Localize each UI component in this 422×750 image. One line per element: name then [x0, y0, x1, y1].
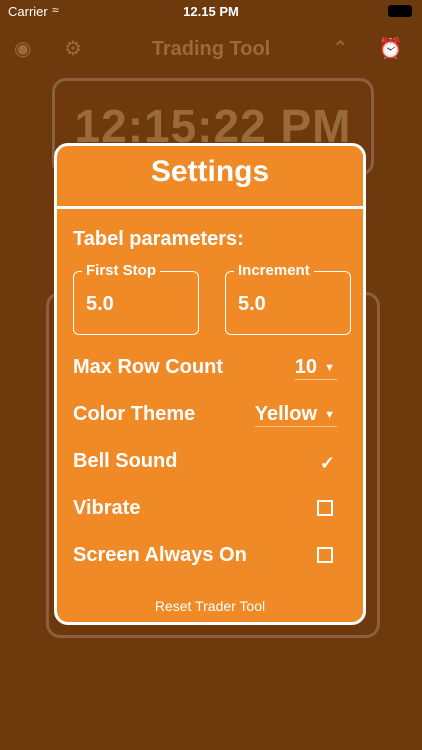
vibrate-label: Vibrate — [73, 497, 141, 519]
first-stop-value[interactable]: 5.0 — [86, 293, 114, 316]
first-stop-label: First Stop — [82, 262, 160, 279]
vibrate-row: Vibrate — [73, 494, 353, 524]
first-stop-field[interactable]: First Stop 5.0 — [73, 262, 199, 335]
dropdown-arrow-icon: ▼ — [324, 409, 335, 421]
reset-button[interactable]: Reset Trader Tool — [57, 598, 363, 614]
screen-always-on-row: Screen Always On — [73, 541, 353, 571]
top-bar: ◉ ⚙ Trading Tool ⌃ ⏰ — [0, 30, 422, 70]
max-row-count-label: Max Row Count — [73, 356, 223, 378]
battery-icon — [388, 5, 412, 17]
settings-dialog: Settings Tabel parameters: First Stop 5.… — [54, 143, 366, 625]
section-title: Tabel parameters: — [73, 228, 244, 250]
color-theme-row: Color Theme Yellow ▼ — [73, 400, 353, 430]
app-title: Trading Tool — [151, 38, 271, 60]
screen-always-on-checkbox[interactable] — [317, 547, 333, 563]
increment-value[interactable]: 5.0 — [238, 293, 266, 316]
bell-sound-checkbox[interactable]: ✓ — [320, 453, 335, 474]
alarm-clock-icon[interactable]: ⏰ — [378, 36, 403, 61]
max-row-count-dropdown[interactable]: 10 ▼ — [294, 356, 337, 380]
bell-sound-row: Bell Sound ✓ — [73, 447, 353, 477]
chevron-up-icon[interactable]: ⌃ — [332, 36, 349, 61]
bell-sound-label: Bell Sound — [73, 450, 178, 472]
dropdown-arrow-icon: ▼ — [324, 362, 335, 374]
vibrate-checkbox[interactable] — [317, 500, 333, 516]
max-row-count-row: Max Row Count 10 ▼ — [73, 353, 353, 383]
increment-field[interactable]: Increment 5.0 — [225, 262, 351, 335]
status-bar: Carrier ≈ 12.15 PM — [0, 0, 422, 22]
color-theme-value: Yellow — [254, 403, 317, 425]
settings-title: Settings — [57, 146, 363, 209]
status-time: 12.15 PM — [183, 4, 239, 19]
max-row-count-value: 10 — [294, 356, 317, 378]
color-theme-label: Color Theme — [73, 403, 196, 425]
increment-label: Increment — [234, 262, 314, 279]
color-theme-dropdown[interactable]: Yellow ▼ — [254, 403, 337, 427]
screen-always-on-label: Screen Always On — [73, 544, 247, 566]
